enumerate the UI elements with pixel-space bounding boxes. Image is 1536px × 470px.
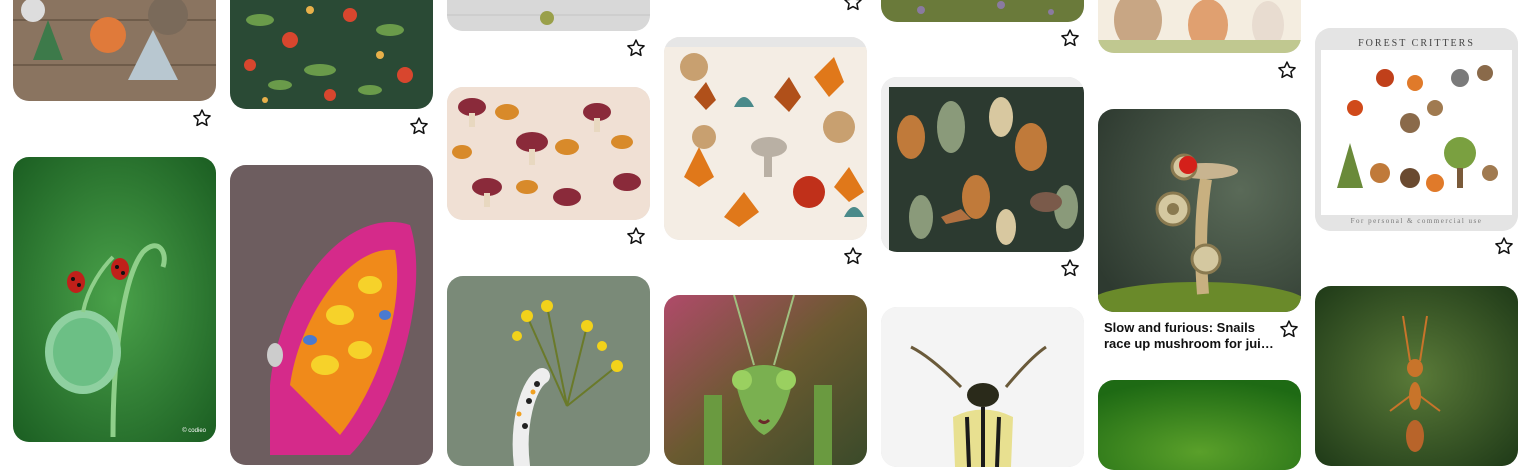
pin-image: [881, 0, 1084, 22]
save-star-icon[interactable]: [409, 116, 429, 136]
pin-image: [1315, 286, 1518, 466]
pin-striped-beetle[interactable]: [881, 307, 1084, 467]
pin-mushroom-foliage-fabric[interactable]: [230, 0, 433, 109]
save-star-icon[interactable]: [192, 108, 212, 128]
pin-caption[interactable]: Slow and furious: Snails race up mushroo…: [1104, 320, 1274, 352]
pin-standing-ant[interactable]: [1315, 286, 1518, 466]
save-star-icon[interactable]: [1060, 28, 1080, 48]
pin-image: [664, 37, 867, 240]
pin-snail-mushroom[interactable]: [1098, 109, 1301, 312]
pin-image: [447, 87, 650, 220]
pin-image: [13, 0, 216, 101]
save-star-icon[interactable]: [843, 0, 863, 12]
poster-footer: For personal & commercial use: [1350, 217, 1483, 225]
pin-felt-woodland-animals[interactable]: [13, 0, 216, 101]
pin-colorful-butterfly[interactable]: [230, 165, 433, 465]
pin-forest-critters-clipart[interactable]: FOREST CRITTERS For personal & commercia…: [1315, 28, 1518, 231]
pin-image: [1315, 28, 1518, 231]
pin-watercolor-woodland-animals[interactable]: [1098, 0, 1301, 53]
pin-image: [230, 165, 433, 465]
save-star-icon[interactable]: [626, 226, 646, 246]
pin-green-bokeh[interactable]: [1098, 380, 1301, 470]
pin-forest-animals-fabric[interactable]: [881, 77, 1084, 252]
pin-caption-line2: race up mushroom for juic...: [1104, 336, 1274, 351]
pin-praying-mantis[interactable]: [664, 295, 867, 465]
pin-ladybugs-poppy-bud[interactable]: © codieo: [13, 157, 216, 442]
save-star-icon[interactable]: [1279, 319, 1299, 339]
pin-meadow-photo[interactable]: [881, 0, 1084, 22]
pin-mushroom-pattern-fabric[interactable]: [447, 87, 650, 220]
poster-title: FOREST CRITTERS: [1358, 38, 1475, 49]
pin-image: [13, 157, 216, 442]
pin-image: [1098, 380, 1301, 470]
save-star-icon[interactable]: [1060, 258, 1080, 278]
pin-image: [447, 0, 650, 31]
pin-white-wood-ornament[interactable]: [447, 0, 650, 31]
save-star-icon[interactable]: [843, 246, 863, 266]
pin-image: [881, 77, 1084, 252]
pin-image: [664, 295, 867, 465]
save-star-icon[interactable]: [1494, 236, 1514, 256]
pin-image: [447, 276, 650, 466]
pin-caption-line1: Slow and furious: Snails: [1104, 320, 1255, 335]
pin-image: [881, 307, 1084, 467]
save-star-icon[interactable]: [1277, 60, 1297, 80]
watermark: © codieo: [182, 428, 206, 434]
pin-image: [1098, 109, 1301, 312]
pin-caterpillar-yellow-flower[interactable]: [447, 276, 650, 466]
save-star-icon[interactable]: [626, 38, 646, 58]
pin-image: [1098, 0, 1301, 53]
pin-image: [230, 0, 433, 109]
pin-autumn-leaves-fabric[interactable]: [664, 37, 867, 240]
